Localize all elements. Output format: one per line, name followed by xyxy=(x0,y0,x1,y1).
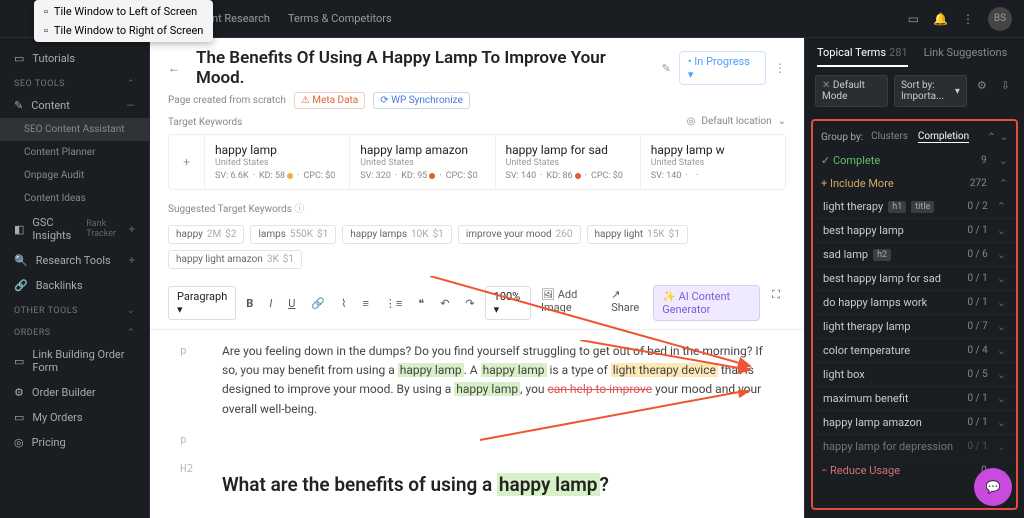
link-button[interactable]: 🔗 xyxy=(305,294,331,313)
sidebar-other-header: OTHER TOOLS⌄ xyxy=(0,298,149,320)
term-row[interactable]: best happy lamp0 / 1⌄ xyxy=(813,219,1016,243)
term-row[interactable]: color temperature0 / 4⌄ xyxy=(813,339,1016,363)
share-button[interactable]: ↗ Share xyxy=(605,285,647,321)
term-row[interactable]: do happy lamps work0 / 1⌄ xyxy=(813,291,1016,315)
wp-badge[interactable]: ⟳ WP Synchronize xyxy=(373,92,470,109)
tile-right[interactable]: ▫ Tile Window to Right of Screen xyxy=(34,21,213,40)
sidebar-backlinks[interactable]: 🔗 Backlinks xyxy=(0,273,149,298)
section-include[interactable]: + Include More272⌃ xyxy=(813,172,1016,195)
underline-button[interactable]: U xyxy=(282,294,301,313)
add-keyword-button[interactable]: + xyxy=(169,135,205,189)
keyword-row: + happy lampUnited StatesSV: 6.6K · KD: … xyxy=(168,134,786,190)
sidebar-ideas[interactable]: Content Ideas xyxy=(0,187,149,210)
location-chevron-icon[interactable]: ⌄ xyxy=(778,116,786,127)
target-keywords-label: Target Keywords xyxy=(168,117,242,128)
sidebar-research[interactable]: 🔍 Research Tools+ xyxy=(0,248,149,273)
tab-link-suggestions[interactable]: Link Suggestions xyxy=(924,46,1008,67)
status-pill[interactable]: • In Progress ▾ xyxy=(679,51,766,85)
group-clusters[interactable]: Clusters xyxy=(871,131,908,143)
list-ul-button[interactable]: ⋮≡ xyxy=(379,294,408,313)
add-image-button[interactable]: 🖼 Add Image xyxy=(535,285,599,321)
zoom-select[interactable]: 100% ▾ xyxy=(485,286,531,320)
edit-title-icon[interactable]: ✎ xyxy=(662,62,671,75)
editor-body[interactable]: pAre you feeling down in the dumps? Do y… xyxy=(150,330,804,518)
mode-select[interactable]: ✕ Default Mode xyxy=(815,75,888,107)
term-row[interactable]: light therapyh1title0 / 2⌃ xyxy=(813,195,1016,219)
keyword-card[interactable]: happy lamp amazonUnited StatesSV: 320 · … xyxy=(350,135,495,189)
sidebar-orders-header: ORDERS⌃ xyxy=(0,320,149,342)
sidebar-gsc[interactable]: ◧ GSC Insights Rank Tracker+ xyxy=(0,210,149,248)
quote-button[interactable]: ❝ xyxy=(412,294,430,313)
suggested-keyword[interactable]: happy light 15K $1 xyxy=(587,225,688,244)
sidebar-my-orders[interactable]: ▭ My Orders xyxy=(0,405,149,430)
avatar[interactable]: BS xyxy=(988,7,1012,31)
term-row[interactable]: maximum benefit0 / 1⌄ xyxy=(813,387,1016,411)
editor-toolbar: Paragraph ▾ B I U 🔗 ⌇ ≡ ⋮≡ ❝ ↶ ↷ 100% ▾ … xyxy=(150,277,804,330)
term-row[interactable]: light therapy lamp0 / 7⌄ xyxy=(813,315,1016,339)
list-ol-button[interactable]: ≡ xyxy=(356,294,374,313)
unlink-button[interactable]: ⌇ xyxy=(335,294,352,313)
suggested-label: Suggested Target Keywords xyxy=(168,204,292,215)
suggested-keyword[interactable]: happy light amazon 3K $1 xyxy=(168,250,302,269)
back-icon[interactable]: ← xyxy=(168,61,180,75)
tile-left[interactable]: ▫ Tile Window to Left of Screen xyxy=(34,2,213,21)
location-icon: ◎ xyxy=(687,116,696,127)
window-tile-menu: ▫ Tile Window to Left of Screen ▫ Tile W… xyxy=(34,0,213,42)
suggested-keyword[interactable]: happy lamps 10K $1 xyxy=(342,225,452,244)
tab-competitors[interactable]: Terms & Competitors xyxy=(288,12,392,25)
italic-button[interactable]: I xyxy=(263,294,278,313)
sidebar-content[interactable]: ✎ Content— xyxy=(0,93,149,118)
bell-icon[interactable]: 🔔 xyxy=(933,12,948,26)
default-location[interactable]: Default location xyxy=(701,116,771,127)
sidebar-seo-header: SEO TOOLS⌃ xyxy=(0,71,149,93)
sidebar-order-builder[interactable]: ⚙ Order Builder xyxy=(0,380,149,405)
redo-button[interactable]: ↷ xyxy=(459,294,480,313)
sidebar-planner[interactable]: Content Planner xyxy=(0,141,149,164)
keyword-card[interactable]: happy lamp for sadUnited StatesSV: 140 ·… xyxy=(496,135,641,189)
suggested-keyword[interactable]: lamps 550K $1 xyxy=(250,225,336,244)
scratch-label: Page created from scratch xyxy=(168,95,286,106)
more-icon[interactable]: ⋮ xyxy=(774,61,786,75)
group-by-label: Group by: xyxy=(821,132,863,143)
keyword-card[interactable]: happy lampUnited StatesSV: 6.6K · KD: 58… xyxy=(205,135,350,189)
sort-select[interactable]: Sort by: Importa...▾ xyxy=(894,75,967,107)
suggested-keyword[interactable]: improve your mood 260 xyxy=(458,225,581,244)
sidebar: ▭ Tutorials SEO TOOLS⌃ ✎ Content— SEO Co… xyxy=(0,38,150,518)
book-icon[interactable]: ▭ xyxy=(908,12,919,26)
term-row[interactable]: best happy lamp for sad0 / 1⌄ xyxy=(813,267,1016,291)
suggested-keyword[interactable]: happy 2M $2 xyxy=(168,225,244,244)
undo-button[interactable]: ↶ xyxy=(434,294,455,313)
sidebar-link-order[interactable]: ▭ Link Building Order Form xyxy=(0,342,149,380)
paragraph-select[interactable]: Paragraph ▾ xyxy=(168,286,236,320)
term-row[interactable]: sad lamph20 / 6⌄ xyxy=(813,243,1016,267)
sidebar-onpage[interactable]: Onpage Audit xyxy=(0,164,149,187)
term-row[interactable]: happy lamp amazon0 / 1⌄ xyxy=(813,411,1016,435)
section-complete[interactable]: ✓ Complete9⌄ xyxy=(813,149,1016,172)
keyword-card[interactable]: happy lamp wUnited StatesSV: 140 · · xyxy=(641,135,785,189)
content-area: ← The Benefits Of Using A Happy Lamp To … xyxy=(150,38,804,518)
doc-title: The Benefits Of Using A Happy Lamp To Im… xyxy=(196,48,654,88)
sidebar-seo-assistant[interactable]: SEO Content Assistant xyxy=(0,118,149,141)
ai-generator-button[interactable]: ✨ AI Content Generator xyxy=(653,285,760,321)
filter-icon[interactable]: ⋮ xyxy=(962,12,974,26)
tab-research[interactable]: nt Research xyxy=(212,12,270,25)
export-icon[interactable]: ⇩ xyxy=(997,75,1014,107)
collapse-all-icon[interactable]: ⌃ xyxy=(987,132,995,143)
tab-topical-terms[interactable]: Topical Terms281 xyxy=(817,46,908,67)
right-panel: Topical Terms281 Link Suggestions ✕ Defa… xyxy=(804,38,1024,518)
settings-icon[interactable]: ⚙ xyxy=(973,75,991,107)
term-row[interactable]: happy lamp for depression0 / 1⌄ xyxy=(813,435,1016,459)
term-row[interactable]: light box0 / 5⌄ xyxy=(813,363,1016,387)
expand-icon[interactable]: ⛶ xyxy=(766,285,786,321)
sidebar-tutorials[interactable]: ▭ Tutorials xyxy=(0,46,149,71)
expand-all-icon[interactable]: ⌄ xyxy=(1000,132,1008,143)
info-icon[interactable]: ⓘ xyxy=(294,204,304,215)
sidebar-pricing[interactable]: ◎ Pricing xyxy=(0,430,149,455)
meta-badge[interactable]: ⚠ Meta Data xyxy=(294,92,365,109)
group-completion[interactable]: Completion xyxy=(918,131,969,143)
chat-button[interactable]: 💬 xyxy=(974,468,1012,506)
bold-button[interactable]: B xyxy=(240,294,259,313)
